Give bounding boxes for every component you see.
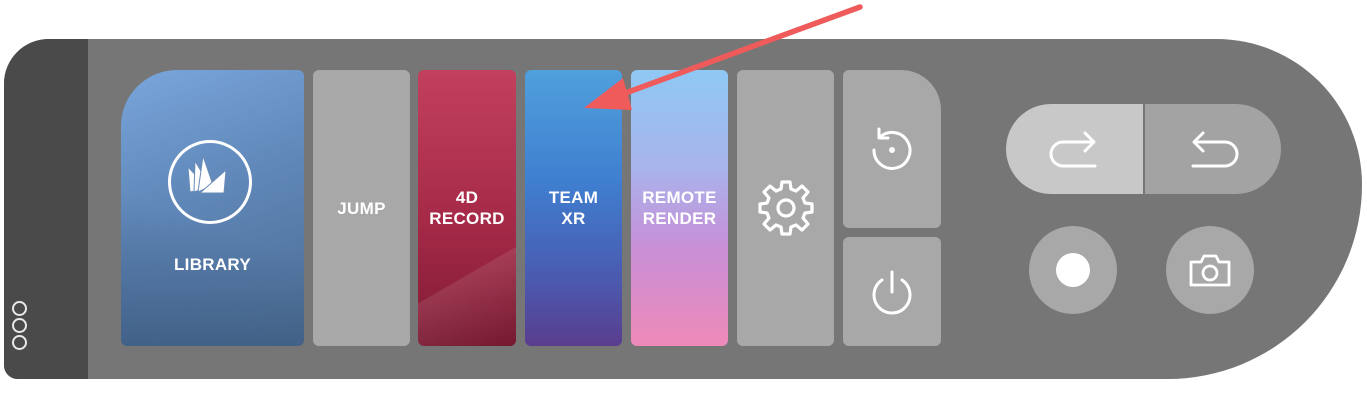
redo-button[interactable] — [1006, 104, 1143, 194]
redo-icon — [1049, 131, 1096, 168]
reset-button[interactable] — [843, 70, 941, 228]
library-label: LIBRARY — [173, 255, 252, 274]
team-xr-label: TEAM XR — [548, 188, 599, 228]
team-xr-button[interactable]: TEAM XR — [525, 70, 622, 346]
redo-undo-group — [1006, 104, 1281, 194]
side-handle[interactable] — [4, 39, 88, 379]
gear-icon — [757, 180, 814, 236]
three-dots-icon[interactable] — [12, 301, 32, 352]
power-button[interactable] — [843, 237, 941, 346]
power-icon — [872, 270, 912, 314]
settings-button[interactable] — [737, 70, 834, 346]
camera-icon — [1189, 254, 1231, 287]
remote-render-label: REMOTE RENDER — [642, 188, 717, 228]
record-button[interactable] — [1029, 226, 1117, 314]
undo-icon — [1191, 131, 1239, 168]
4d-record-button[interactable]: 4D RECORD — [418, 70, 516, 346]
jump-button[interactable]: JUMP — [313, 70, 410, 346]
undo-button[interactable] — [1145, 104, 1281, 194]
4d-record-label: 4D RECORD — [429, 188, 505, 228]
record-dot-icon — [1056, 253, 1090, 287]
library-button[interactable]: LIBRARY — [121, 70, 304, 346]
jump-label: JUMP — [337, 198, 386, 218]
remote-render-button[interactable]: REMOTE RENDER — [631, 70, 728, 346]
reset-icon — [872, 127, 912, 170]
library-book-icon — [168, 140, 252, 224]
camera-button[interactable] — [1166, 226, 1254, 314]
